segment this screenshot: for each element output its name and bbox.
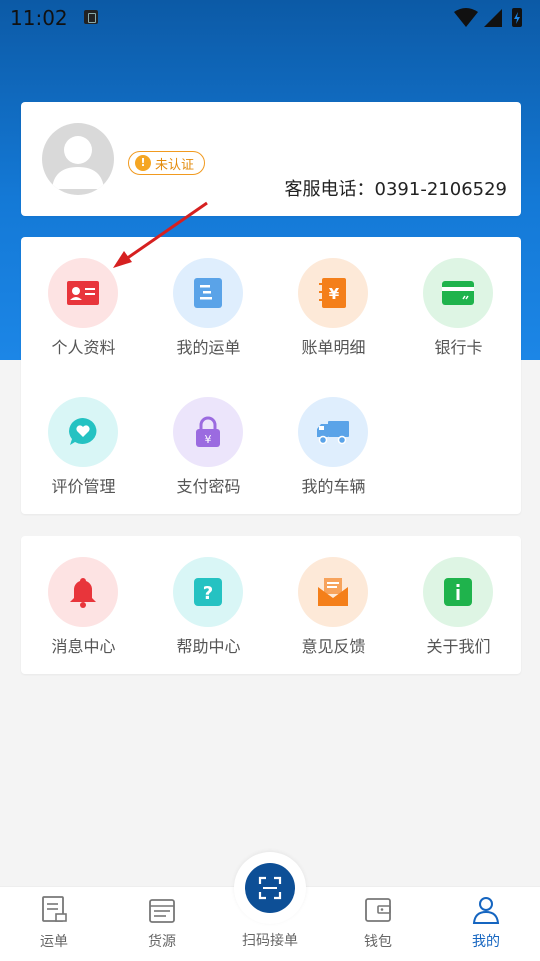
menu-item-bill-details[interactable]: ¥ 账单明细 bbox=[271, 237, 396, 357]
truck-icon bbox=[298, 397, 368, 467]
menu-item-review-management[interactable]: 评价管理 bbox=[21, 376, 146, 496]
menu-item-label: 消息中心 bbox=[51, 637, 116, 656]
chat-heart-icon bbox=[48, 397, 118, 467]
id-card-icon bbox=[48, 258, 118, 328]
user-icon bbox=[52, 136, 104, 189]
menu-item-label: 支付密码 bbox=[176, 477, 241, 496]
verification-badge[interactable]: ! 未认证 bbox=[128, 151, 206, 175]
wifi-icon bbox=[454, 8, 478, 27]
menu-item-label: 个人资料 bbox=[51, 338, 116, 357]
bank-card-icon bbox=[423, 258, 493, 328]
menu-item-label: 我的车辆 bbox=[301, 477, 366, 496]
profile-card: ! 未认证 客服电话：0391-2106529 bbox=[21, 102, 521, 216]
menu-item-about-us[interactable]: 关于我们 bbox=[396, 536, 521, 656]
status-icons bbox=[454, 8, 522, 27]
tab-waybill[interactable]: 运单 bbox=[0, 887, 108, 961]
menu-item-label: 关于我们 bbox=[426, 637, 491, 656]
cargo-icon bbox=[149, 899, 175, 923]
notification-icon bbox=[84, 10, 98, 24]
tab-label: 我的 bbox=[472, 934, 500, 950]
menu-item-label: 帮助中心 bbox=[176, 637, 241, 656]
person-icon bbox=[472, 897, 500, 924]
menu-item-feedback[interactable]: 意见反馈 bbox=[271, 536, 396, 656]
verification-badge-label: 未认证 bbox=[155, 157, 195, 173]
tab-label: 货源 bbox=[148, 934, 176, 950]
menu-item-payment-password[interactable]: ¥ 支付密码 bbox=[146, 376, 271, 496]
warning-icon: ! bbox=[135, 155, 151, 171]
menu-item-message-center[interactable]: 消息中心 bbox=[21, 536, 146, 656]
wallet-icon bbox=[365, 898, 391, 922]
svg-text:?: ? bbox=[203, 583, 213, 604]
bill-icon: ¥ bbox=[298, 258, 368, 328]
document-icon bbox=[173, 258, 243, 328]
question-icon: ? bbox=[173, 557, 243, 627]
signal-icon bbox=[484, 9, 502, 27]
menu-item-personal-info[interactable]: 个人资料 bbox=[21, 237, 146, 357]
lock-icon: ¥ bbox=[173, 397, 243, 467]
feature-grid-support: 消息中心 ? 帮助中心 意见反馈 关于我们 bbox=[21, 536, 521, 674]
menu-item-label: 评价管理 bbox=[51, 477, 116, 496]
menu-item-label: 银行卡 bbox=[434, 338, 483, 357]
menu-item-my-waybill[interactable]: 我的运单 bbox=[146, 237, 271, 357]
tab-label: 钱包 bbox=[364, 934, 392, 950]
info-icon bbox=[423, 557, 493, 627]
service-phone[interactable]: 客服电话：0391-2106529 bbox=[285, 175, 507, 201]
status-time: 11:02 bbox=[10, 6, 68, 30]
feature-grid-main: 个人资料 我的运单 ¥ 账单明细 银行卡 评价管理 ¥ 支付密码 我的车辆 bbox=[21, 237, 521, 514]
avatar[interactable] bbox=[42, 123, 114, 195]
svg-text:¥: ¥ bbox=[329, 285, 340, 303]
tab-wallet[interactable]: 钱包 bbox=[324, 887, 432, 961]
waybill-icon bbox=[42, 896, 67, 922]
menu-item-label: 账单明细 bbox=[301, 338, 366, 357]
status-bar: 11:02 bbox=[0, 0, 540, 36]
tab-mine[interactable]: 我的 bbox=[432, 887, 540, 961]
scan-icon bbox=[245, 863, 295, 913]
tab-cargo[interactable]: 货源 bbox=[108, 887, 216, 961]
menu-item-label: 意见反馈 bbox=[301, 637, 366, 656]
menu-item-bank-card[interactable]: 银行卡 bbox=[396, 237, 521, 357]
bell-icon bbox=[48, 557, 118, 627]
svg-text:¥: ¥ bbox=[205, 433, 212, 446]
menu-item-my-vehicles[interactable]: 我的车辆 bbox=[271, 376, 396, 496]
tab-label: 运单 bbox=[40, 934, 68, 950]
scan-order-button[interactable] bbox=[234, 852, 306, 924]
envelope-icon bbox=[298, 557, 368, 627]
menu-item-label: 我的运单 bbox=[176, 338, 241, 357]
menu-item-help-center[interactable]: ? 帮助中心 bbox=[146, 536, 271, 656]
scan-order-label: 扫码接单 bbox=[242, 933, 298, 949]
